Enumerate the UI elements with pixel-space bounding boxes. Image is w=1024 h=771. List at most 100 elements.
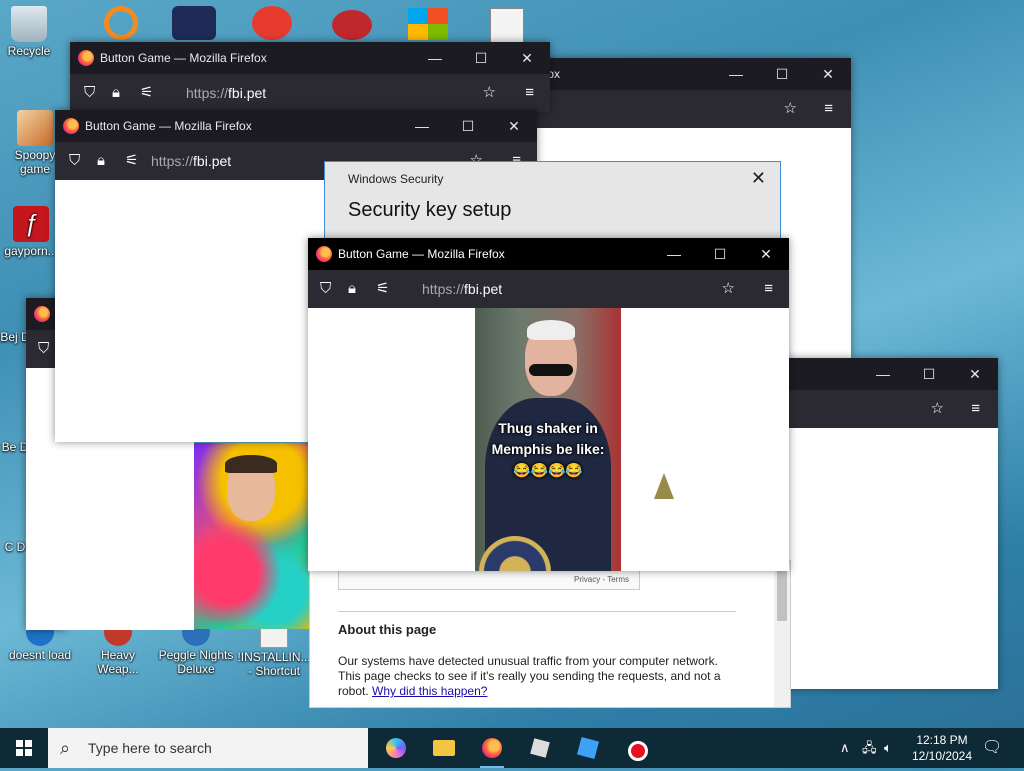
close-button[interactable]: ✕ <box>751 168 766 189</box>
page-content: Thug shaker in Memphis be like: 😂😂😂😂 <box>308 308 789 571</box>
firefox-icon <box>34 306 50 322</box>
about-heading: About this page <box>338 622 437 637</box>
permissions-icon[interactable]: ⚟ <box>140 85 153 101</box>
firefox-taskbar-icon[interactable] <box>472 732 512 768</box>
network-icon[interactable]: 🖧︎ <box>862 728 877 768</box>
desktop-icon-label: doesnt load <box>8 648 72 662</box>
sunglasses-shape <box>529 364 573 376</box>
record-icon[interactable] <box>618 732 658 764</box>
about-text: Our systems have detected unusual traffi… <box>338 654 738 699</box>
lock-icon[interactable]: 🔒︎ <box>112 85 120 101</box>
caption-line-1: Thug shaker in <box>498 420 598 436</box>
close-button[interactable]: ✕ <box>952 358 998 390</box>
privacy-terms-link[interactable]: Privacy - Terms <box>574 575 629 584</box>
desktop-icon-label: Spoopy game <box>14 148 56 176</box>
menu-icon[interactable]: ≡ <box>971 401 980 417</box>
permissions-icon[interactable]: ⚟ <box>376 281 389 297</box>
firefox-window-front[interactable]: Button Game — Mozilla Firefox — ☐ ✕ ⛉ 🔒︎… <box>308 238 789 571</box>
permissions-icon[interactable]: ⚟ <box>125 153 138 169</box>
bell-icon[interactable] <box>654 473 674 499</box>
title-bar[interactable]: — ☐ ✕ <box>760 358 998 390</box>
firefox-icon <box>78 50 94 66</box>
flash-icon: ƒ <box>13 206 49 242</box>
clock[interactable]: 12:18 PM 12/10/2024 <box>904 732 980 764</box>
firefox-icon <box>316 246 332 262</box>
notification-icon[interactable]: 🗨︎ <box>982 728 1002 768</box>
maximize-button[interactable]: ☐ <box>458 42 504 74</box>
nav-bar: ⛉ 🔒︎ ⚟ https://fbi.pet ☆ ≡ <box>308 270 789 308</box>
title-bar[interactable]: Button Game — Mozilla Firefox — ☐ ✕ <box>308 238 789 270</box>
roblox-icon[interactable] <box>520 732 560 764</box>
menu-icon[interactable]: ≡ <box>824 101 833 117</box>
url-host: fbi.pet <box>228 85 267 101</box>
scrollbar[interactable] <box>774 561 790 707</box>
windows-start-icon <box>16 740 32 756</box>
url-bar[interactable]: https://fbi.pet <box>151 153 231 169</box>
menu-icon[interactable]: ≡ <box>525 85 534 101</box>
title-bar[interactable]: Button Game — Mozilla Firefox — ☐ ✕ <box>70 42 550 74</box>
close-button[interactable]: ✕ <box>504 42 550 74</box>
minimize-button[interactable]: — <box>860 358 906 390</box>
window-title: Button Game — Mozilla Firefox <box>85 119 252 133</box>
text-file-icon[interactable] <box>490 8 524 44</box>
desktop-icon-label: !INSTALLIN... - Shortcut <box>237 650 311 678</box>
copilot-icon[interactable] <box>376 732 416 764</box>
windows-security-dialog[interactable]: Windows Security Security key setup ✕ <box>324 161 781 248</box>
tray-chevron-icon[interactable]: ∧ <box>840 728 850 768</box>
lock-icon[interactable]: 🔒︎ <box>97 153 105 169</box>
bookmark-star-icon[interactable]: ☆ <box>722 281 735 297</box>
shield-icon[interactable]: ⛉ <box>69 153 80 169</box>
maximize-button[interactable]: ☐ <box>697 238 743 270</box>
hair-shape <box>225 455 277 473</box>
start-button[interactable] <box>0 728 48 768</box>
url-scheme: https:// <box>422 281 465 297</box>
close-button[interactable]: ✕ <box>743 238 789 270</box>
shield-icon[interactable]: ⛉ <box>320 281 331 297</box>
shield-icon[interactable]: ⛉ <box>38 341 49 357</box>
close-button[interactable]: ✕ <box>805 58 851 90</box>
search-icon: ⌕ <box>60 738 71 758</box>
desktop-icon-recycle-bin[interactable]: Recycle <box>0 6 58 58</box>
url-host: fbi.pet <box>464 281 503 297</box>
taskbar: ⌕ Type here to search ∧ 🖧︎ 🔈︎ 12:18 PM 1… <box>0 728 1024 768</box>
url-scheme: https:// <box>186 85 229 101</box>
minimize-button[interactable]: — <box>399 110 445 142</box>
close-button[interactable]: ✕ <box>491 110 537 142</box>
bookmark-star-icon[interactable]: ☆ <box>931 401 944 417</box>
desktop-icon-flash-file[interactable]: ƒ gayporn... <box>0 206 62 258</box>
dialog-header: Windows Security <box>348 172 444 186</box>
file-explorer-icon[interactable] <box>424 732 464 764</box>
url-bar[interactable]: https://fbi.pet <box>186 85 266 101</box>
shield-icon[interactable]: ⛉ <box>84 85 95 101</box>
scrollbar-thumb[interactable] <box>777 571 787 621</box>
desktop-icon-label: Peggle Nights Deluxe <box>158 648 234 676</box>
dialog-title: Security key setup <box>348 199 512 221</box>
app-icon-p[interactable] <box>252 6 292 40</box>
caption-emojis: 😂😂😂😂 <box>513 462 583 478</box>
firefox-window-right[interactable]: — ☐ ✕ ☆ ≡ <box>760 358 998 689</box>
recycle-bin-icon <box>11 6 47 42</box>
desktop-icon-label: gayporn... <box>4 244 58 258</box>
title-bar[interactable]: Button Game — Mozilla Firefox — ☐ ✕ <box>55 110 537 142</box>
app-icon-orange[interactable] <box>104 6 138 40</box>
bookmark-star-icon[interactable]: ☆ <box>784 101 797 117</box>
bookmark-star-icon[interactable]: ☆ <box>483 85 496 101</box>
search-box[interactable]: ⌕ Type here to search <box>48 728 368 768</box>
minimize-button[interactable]: — <box>412 42 458 74</box>
menu-icon[interactable]: ≡ <box>764 281 773 297</box>
lock-icon[interactable]: 🔒︎ <box>348 281 356 297</box>
firefox-window-top[interactable]: Button Game — Mozilla Firefox — ☐ ✕ ⛉ 🔒︎… <box>70 42 550 112</box>
why-link[interactable]: Why did this happen? <box>372 684 487 698</box>
nav-bar: ⛉ 🔒︎ ⚟ https://fbi.pet ☆ ≡ <box>70 74 550 112</box>
app-icon-mp[interactable] <box>172 6 216 40</box>
windows-logo-icon[interactable] <box>408 8 448 40</box>
maximize-button[interactable]: ☐ <box>445 110 491 142</box>
volume-icon[interactable]: 🔈︎ <box>884 728 892 768</box>
maximize-button[interactable]: ☐ <box>759 58 805 90</box>
roblox-studio-icon[interactable] <box>568 732 608 764</box>
minimize-button[interactable]: — <box>713 58 759 90</box>
maximize-button[interactable]: ☐ <box>906 358 952 390</box>
url-bar[interactable]: https://fbi.pet <box>422 281 502 297</box>
angry-birds-icon[interactable] <box>332 10 372 40</box>
minimize-button[interactable]: — <box>651 238 697 270</box>
